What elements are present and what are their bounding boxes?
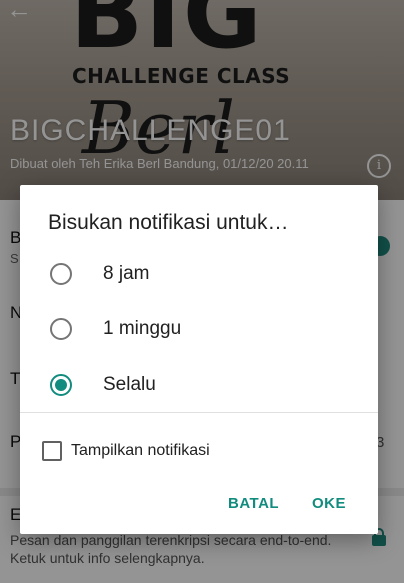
option-8-hours-label: 8 jam — [103, 263, 150, 284]
option-8-hours[interactable]: 8 jam — [20, 250, 378, 298]
option-always[interactable]: Selalu — [20, 361, 378, 409]
option-always-label: Selalu — [103, 374, 156, 395]
cancel-button[interactable]: BATAL — [226, 491, 281, 516]
option-1-week[interactable]: 1 minggu — [20, 305, 378, 353]
option-1-week-label: 1 minggu — [103, 318, 182, 339]
mute-notifications-dialog: Bisukan notifikasi untuk… 8 jam 1 minggu… — [20, 185, 378, 534]
radio-8-hours[interactable] — [50, 263, 72, 285]
radio-always[interactable] — [50, 374, 72, 396]
radio-1-week[interactable] — [50, 318, 72, 340]
ok-button[interactable]: OKE — [310, 491, 348, 516]
show-notifications-row[interactable]: Tampilkan notifikasi — [20, 436, 378, 466]
show-notifications-checkbox[interactable] — [42, 441, 62, 461]
dialog-divider — [20, 412, 378, 413]
show-notifications-label: Tampilkan notifikasi — [71, 442, 210, 459]
dialog-title: Bisukan notifikasi untuk… — [48, 211, 289, 234]
